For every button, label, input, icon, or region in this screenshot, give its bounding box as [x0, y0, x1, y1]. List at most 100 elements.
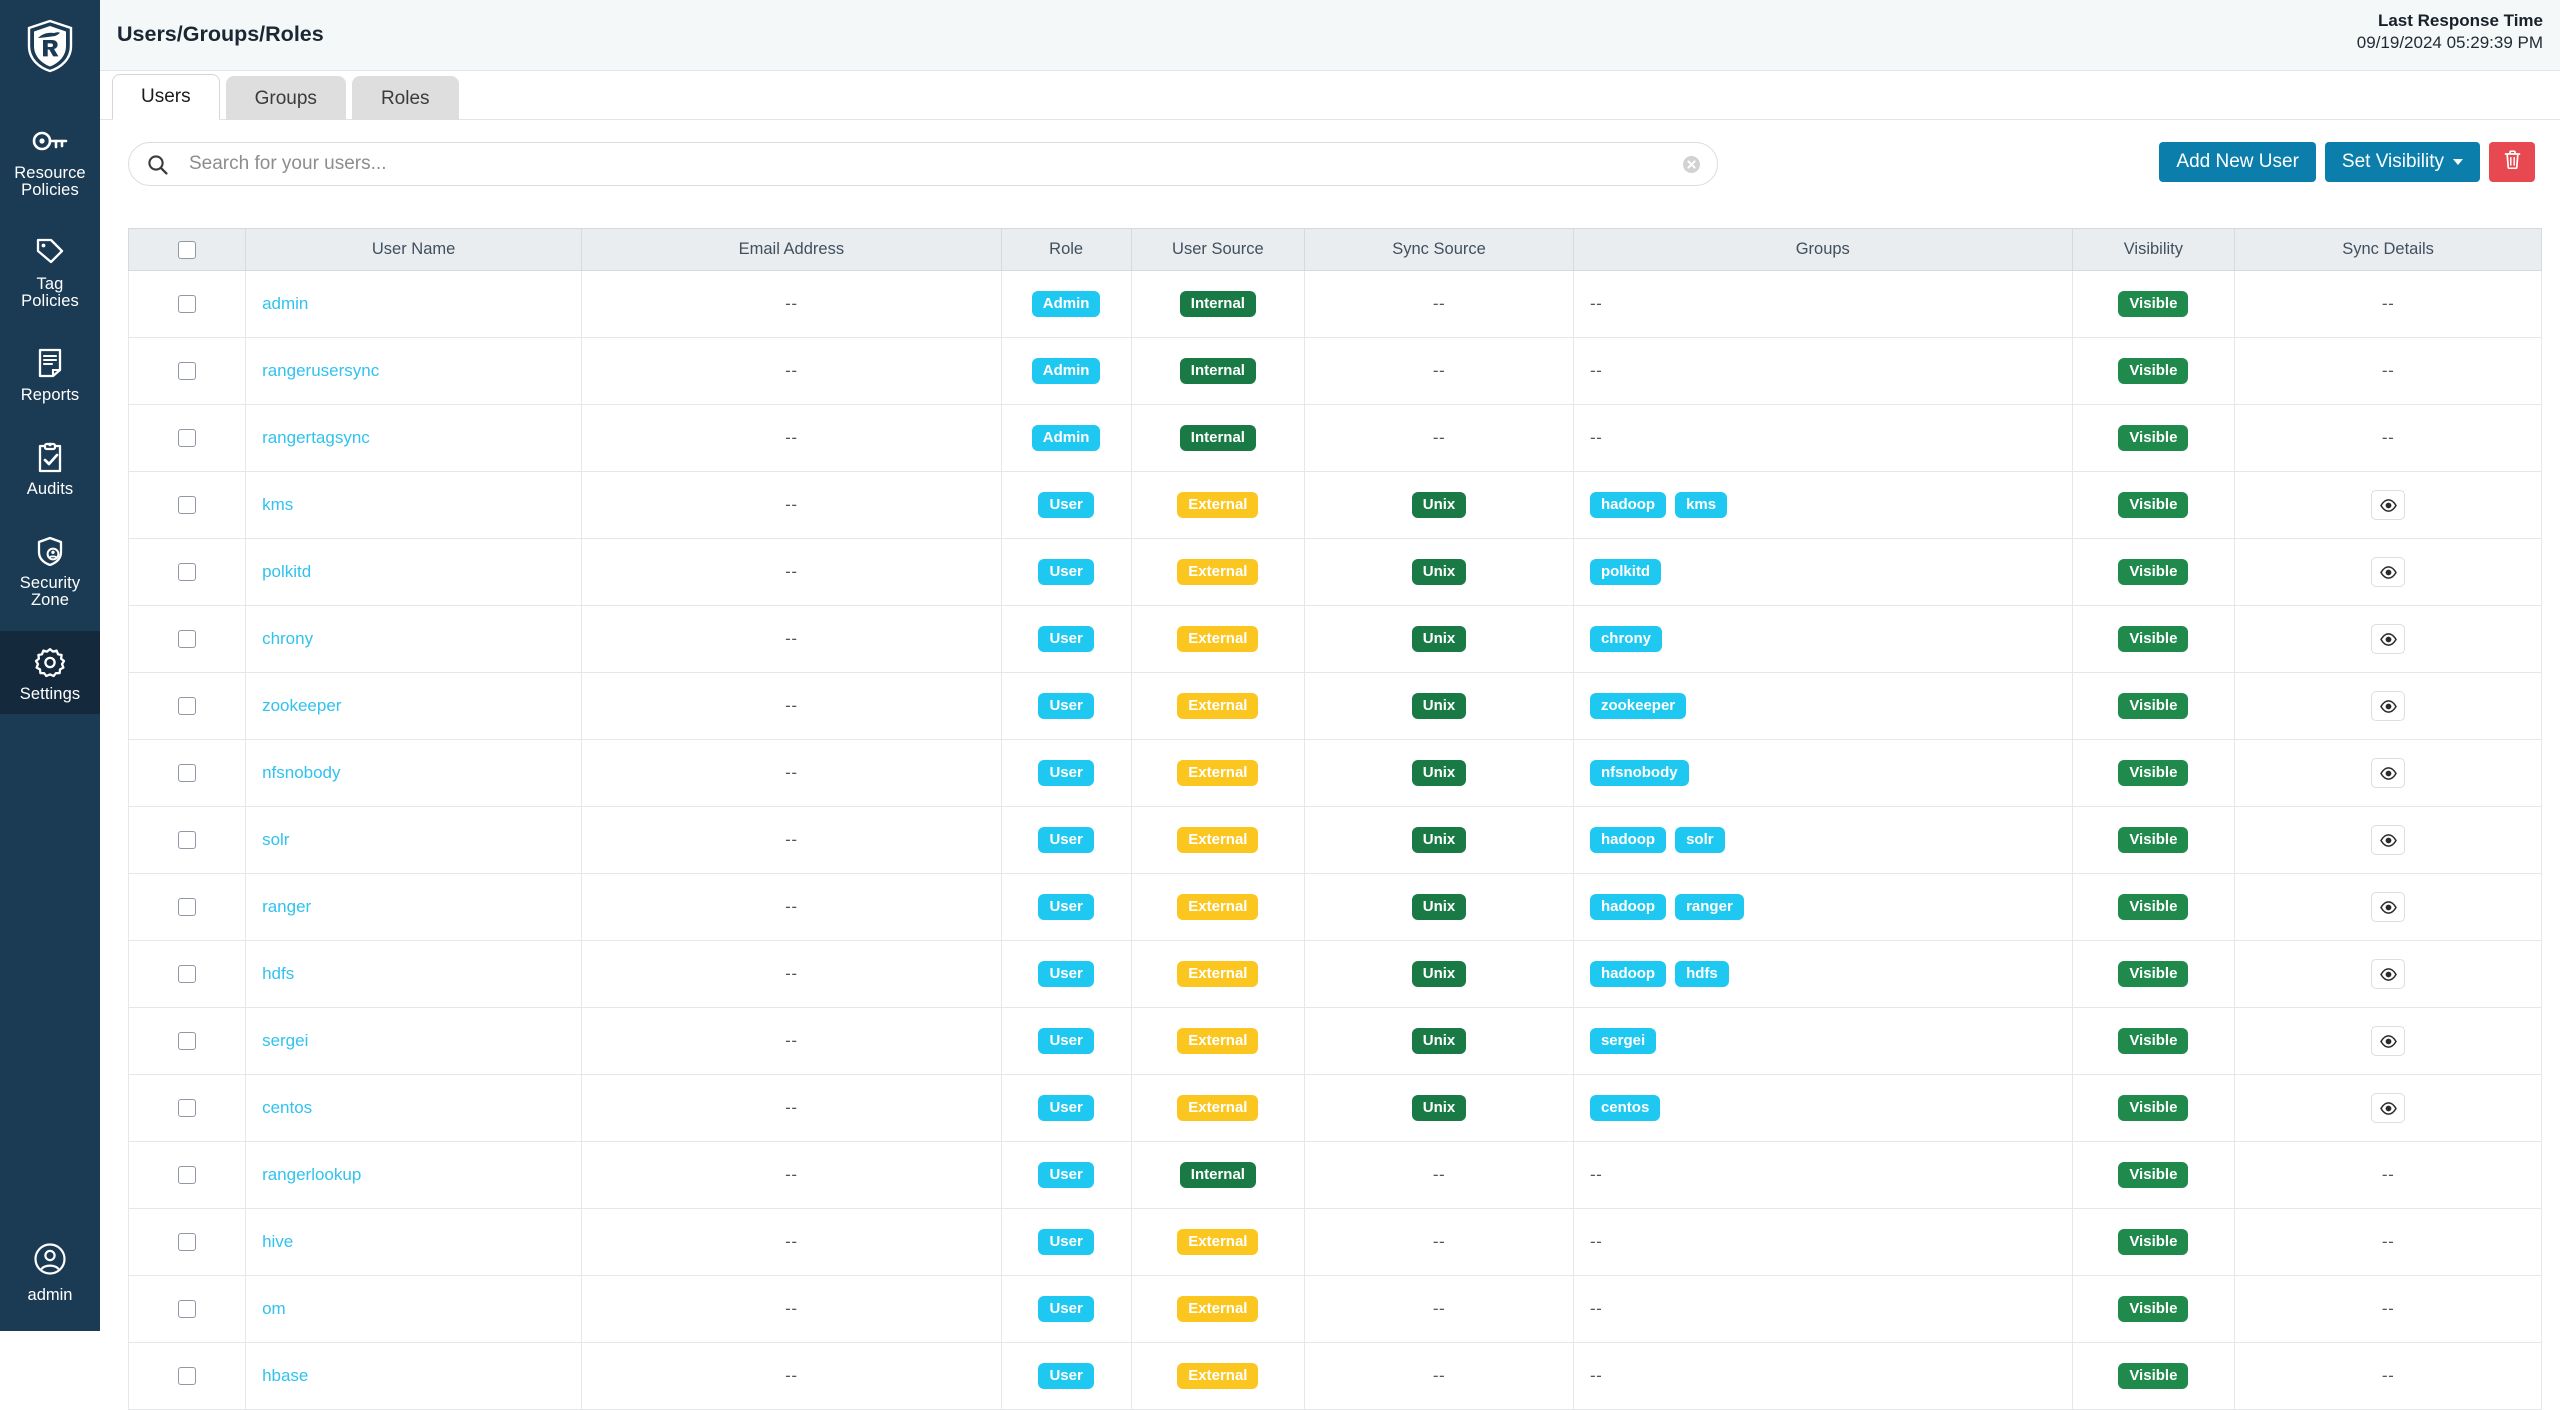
- user-name-link[interactable]: sergei: [262, 1031, 308, 1050]
- user-circle-icon: [33, 1242, 67, 1281]
- row-checkbox[interactable]: [178, 764, 197, 783]
- user-name-link[interactable]: polkitd: [262, 562, 311, 581]
- user-name-cell: solr: [245, 806, 583, 874]
- sync-details-eye-button[interactable]: [2371, 758, 2406, 788]
- row-checkbox[interactable]: [178, 697, 197, 716]
- visibility-badge: Visible: [2118, 626, 2189, 652]
- search-bar[interactable]: [128, 142, 1718, 186]
- sync-source-cell: Unix: [1304, 1074, 1574, 1142]
- row-checkbox[interactable]: [178, 563, 197, 582]
- sidebar-item-resource-policies[interactable]: Resource Policies: [0, 110, 100, 210]
- user-name-link[interactable]: rangerlookup: [262, 1165, 361, 1184]
- sidebar-item-audits[interactable]: Audits: [0, 426, 100, 509]
- user-name-cell: rangerusersync: [245, 337, 583, 405]
- search-input[interactable]: [189, 153, 1683, 175]
- row-checkbox[interactable]: [178, 1166, 197, 1185]
- user-name-link[interactable]: kms: [262, 495, 293, 514]
- user-name-link[interactable]: nfsnobody: [262, 763, 340, 782]
- row-checkbox[interactable]: [178, 965, 197, 984]
- column-header-email[interactable]: Email Address: [581, 228, 1002, 271]
- sidebar-user[interactable]: admin: [0, 1242, 100, 1331]
- empty-value: --: [1432, 361, 1446, 380]
- row-checkbox[interactable]: [178, 1099, 197, 1118]
- app-logo[interactable]: [0, 0, 100, 92]
- visibility-cell: Visible: [2071, 270, 2236, 338]
- sync-details-eye-button[interactable]: [2371, 624, 2406, 654]
- row-checkbox[interactable]: [178, 630, 197, 649]
- column-header-sync-details[interactable]: Sync Details: [2234, 228, 2542, 271]
- row-checkbox[interactable]: [178, 898, 197, 917]
- row-checkbox[interactable]: [178, 1367, 197, 1386]
- role-cell: User: [1000, 873, 1132, 941]
- user-name-link[interactable]: rangerusersync: [262, 361, 379, 380]
- email-cell: --: [581, 672, 1002, 740]
- user-name-link[interactable]: zookeeper: [262, 696, 341, 715]
- clear-circle-icon[interactable]: [1683, 155, 1700, 173]
- user-source-badge: External: [1177, 961, 1259, 987]
- column-header-groups[interactable]: Groups: [1572, 228, 2073, 271]
- row-checkbox[interactable]: [178, 1032, 197, 1051]
- visibility-cell: Visible: [2071, 404, 2236, 472]
- column-header-user-source[interactable]: User Source: [1130, 228, 1306, 271]
- user-name-link[interactable]: hdfs: [262, 964, 294, 983]
- role-cell: User: [1000, 672, 1132, 740]
- tag-icon: [35, 234, 65, 270]
- row-select-cell: [127, 605, 247, 673]
- row-checkbox[interactable]: [178, 1300, 197, 1319]
- sync-details-eye-button[interactable]: [2371, 557, 2406, 587]
- sync-source-badge: Unix: [1411, 1095, 1467, 1121]
- user-name-link[interactable]: chrony: [262, 629, 313, 648]
- sync-details-eye-button[interactable]: [2371, 490, 2406, 520]
- email-cell: --: [581, 1342, 1002, 1410]
- column-header-role[interactable]: Role: [1000, 228, 1132, 271]
- report-icon: [37, 345, 63, 381]
- sync-details-eye-button[interactable]: [2371, 1093, 2406, 1123]
- row-checkbox[interactable]: [178, 295, 197, 314]
- user-name-link[interactable]: centos: [262, 1098, 312, 1117]
- user-name-link[interactable]: solr: [262, 830, 289, 849]
- user-name-link[interactable]: hive: [262, 1232, 293, 1251]
- sync-details-eye-button[interactable]: [2371, 1026, 2406, 1056]
- column-header-visibility[interactable]: Visibility: [2071, 228, 2236, 271]
- column-header-sync-source[interactable]: Sync Source: [1304, 228, 1574, 271]
- add-new-user-button[interactable]: Add New User: [2159, 142, 2316, 182]
- email-cell: --: [581, 1208, 1002, 1276]
- email-cell: --: [581, 940, 1002, 1008]
- tab-users[interactable]: Users: [112, 74, 220, 120]
- user-name-link[interactable]: hbase: [262, 1366, 308, 1385]
- sync-details-eye-button[interactable]: [2371, 691, 2406, 721]
- tab-groups[interactable]: Groups: [225, 76, 346, 120]
- role-cell: User: [1000, 1074, 1132, 1142]
- column-header-user-name[interactable]: User Name: [245, 228, 583, 271]
- sidebar-item-settings[interactable]: Settings: [0, 631, 100, 714]
- sync-details-eye-button[interactable]: [2371, 892, 2406, 922]
- sidebar-item-tag-policies[interactable]: Tag Policies: [0, 221, 100, 321]
- sync-details-cell: --: [2234, 1342, 2542, 1410]
- row-checkbox[interactable]: [178, 831, 197, 850]
- user-name-link[interactable]: om: [262, 1299, 286, 1318]
- users-table-head: User Name Email Address Role User Source…: [127, 228, 2542, 271]
- sync-details-cell: [2234, 1007, 2542, 1075]
- user-name-link[interactable]: ranger: [262, 897, 311, 916]
- row-select-cell: [127, 806, 247, 874]
- tab-roles[interactable]: Roles: [351, 76, 459, 120]
- sidebar-item-security-zone[interactable]: Security Zone: [0, 520, 100, 620]
- set-visibility-button[interactable]: Set Visibility: [2324, 142, 2480, 182]
- user-name-link[interactable]: rangertagsync: [262, 428, 370, 447]
- empty-value: --: [2381, 1299, 2395, 1318]
- sync-details-eye-button[interactable]: [2371, 825, 2406, 855]
- row-checkbox[interactable]: [178, 496, 197, 515]
- row-checkbox[interactable]: [178, 1233, 197, 1252]
- row-checkbox[interactable]: [178, 362, 197, 381]
- visibility-badge: Visible: [2118, 760, 2189, 786]
- sync-source-cell: --: [1304, 1141, 1574, 1209]
- delete-button[interactable]: [2489, 142, 2535, 182]
- row-checkbox[interactable]: [178, 429, 197, 448]
- sync-source-cell: Unix: [1304, 1007, 1574, 1075]
- sidebar-item-reports[interactable]: Reports: [0, 332, 100, 415]
- user-source-cell: Internal: [1130, 1141, 1306, 1209]
- table-row: rangertagsync -- Admin Internal -- -- Visible -…: [127, 404, 2542, 472]
- user-name-link[interactable]: admin: [262, 294, 308, 313]
- select-all-checkbox[interactable]: [178, 240, 197, 259]
- sync-details-eye-button[interactable]: [2371, 959, 2406, 989]
